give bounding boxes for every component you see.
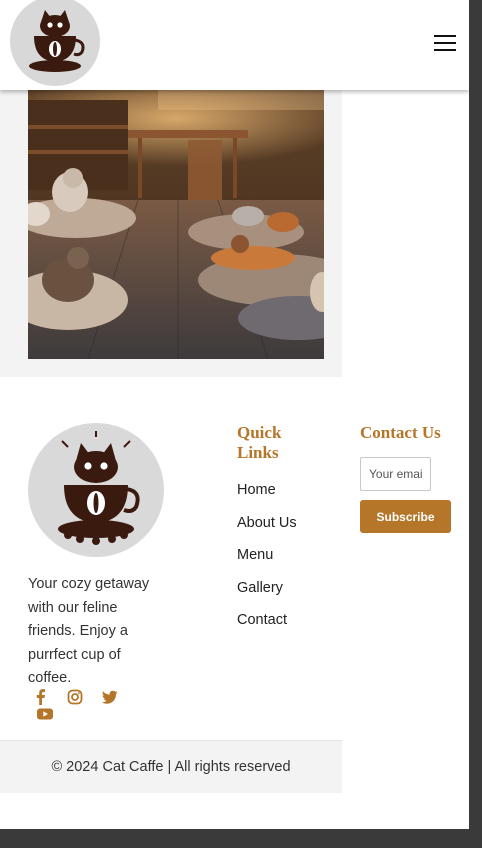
quick-links-list: Home About Us Menu Gallery Contact bbox=[237, 478, 297, 641]
twitter-icon[interactable] bbox=[101, 688, 119, 706]
quick-link-home[interactable]: Home bbox=[237, 478, 297, 502]
subscribe-button[interactable]: Subscribe bbox=[360, 500, 451, 533]
quick-link-contact[interactable]: Contact bbox=[237, 608, 297, 632]
email-input[interactable] bbox=[360, 457, 431, 491]
page: Your cozy getaway with our feline friend… bbox=[0, 0, 469, 829]
copyright-bar: © 2024 Cat Caffe | All rights reserved bbox=[0, 740, 342, 793]
instagram-icon[interactable] bbox=[66, 688, 84, 706]
footer-tagline: Your cozy getaway with our feline friend… bbox=[28, 576, 150, 686]
quick-link-menu[interactable]: Menu bbox=[237, 543, 297, 567]
copyright-text: © 2024 Cat Caffe | All rights reserved bbox=[51, 759, 291, 775]
hamburger-menu-icon[interactable] bbox=[431, 30, 459, 58]
facebook-icon[interactable] bbox=[32, 688, 50, 706]
quick-link-about-us[interactable]: About Us bbox=[237, 511, 297, 535]
cat-in-coffee-cup-logo[interactable] bbox=[10, 0, 100, 86]
quick-link-gallery[interactable]: Gallery bbox=[237, 576, 297, 600]
footer-logo bbox=[28, 423, 164, 557]
contact-us-heading: Contact Us bbox=[360, 423, 441, 442]
youtube-icon[interactable] bbox=[36, 705, 54, 723]
quick-links-heading: Quick Links bbox=[237, 423, 282, 462]
site-header bbox=[0, 0, 469, 90]
scrollbar[interactable] bbox=[469, 0, 482, 829]
